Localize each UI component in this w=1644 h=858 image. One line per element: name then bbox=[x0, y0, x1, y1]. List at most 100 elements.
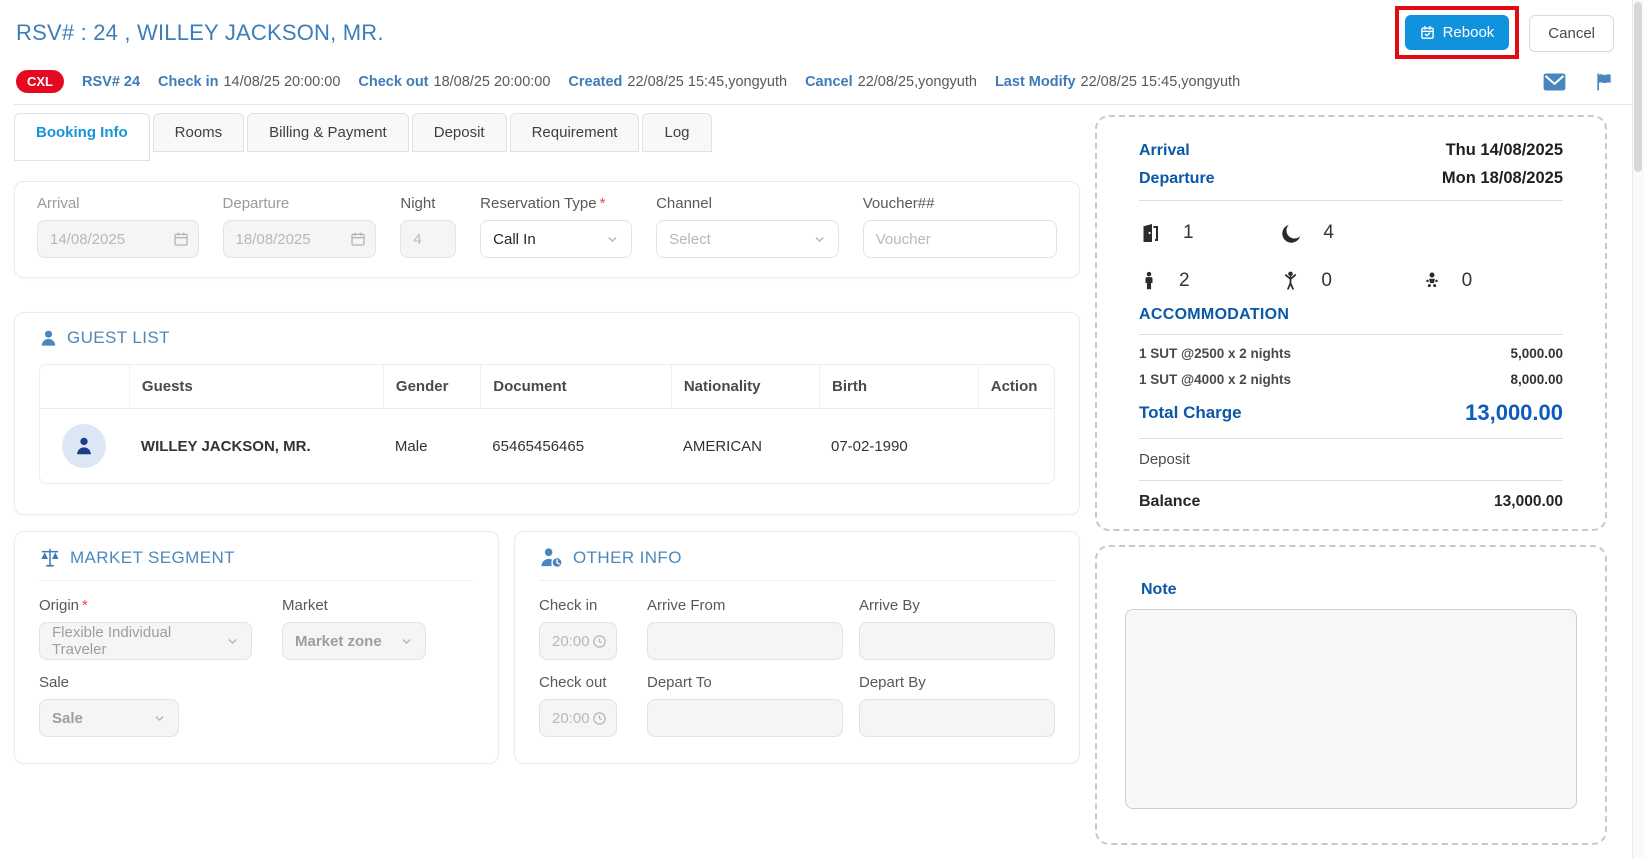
market-select: Market zone bbox=[282, 622, 426, 660]
col-action: Action bbox=[978, 365, 1054, 409]
person-clock-icon bbox=[539, 547, 564, 568]
market-segment-panel: MARKET SEGMENT Origin* Flexible Individu… bbox=[14, 531, 499, 764]
cancel-button[interactable]: Cancel bbox=[1529, 15, 1614, 52]
tab-log[interactable]: Log bbox=[642, 113, 711, 152]
chevron-down-icon bbox=[606, 233, 619, 246]
market-segment-header: MARKET SEGMENT bbox=[39, 547, 474, 581]
voucher-input[interactable] bbox=[863, 220, 1057, 258]
guest-table: Guests Gender Document Nationality Birth… bbox=[39, 364, 1055, 484]
channel-field: Channel Select bbox=[656, 195, 839, 258]
divider bbox=[1139, 200, 1563, 201]
tab-deposit[interactable]: Deposit bbox=[412, 113, 507, 152]
guest-table-row: WILLEY JACKSON, MR. Male 65465456465 AME… bbox=[40, 409, 1054, 483]
tab-requirement[interactable]: Requirement bbox=[510, 113, 640, 152]
night-input bbox=[400, 220, 456, 258]
total-charge-value: 13,000.00 bbox=[1465, 400, 1563, 426]
child-icon bbox=[1280, 269, 1301, 292]
guest-gender-cell: Male bbox=[383, 409, 480, 483]
reservation-type-label: Reservation Type* bbox=[480, 195, 632, 212]
arrive-from-input bbox=[647, 622, 843, 660]
sale-label: Sale bbox=[39, 674, 179, 691]
sale-field: Sale Sale bbox=[39, 674, 179, 737]
tab-booking-info[interactable]: Booking Info bbox=[14, 113, 150, 161]
vertical-scrollbar[interactable] bbox=[1632, 0, 1644, 858]
main-area: Booking Info Rooms Billing & Payment Dep… bbox=[14, 113, 1644, 845]
sale-value: Sale bbox=[52, 710, 83, 727]
total-charge-row: Total Charge 13,000.00 bbox=[1139, 400, 1563, 426]
checkout-time-input bbox=[539, 699, 617, 737]
charge-row: 1 SUT @4000 x 2 nights 8,000.00 bbox=[1139, 372, 1563, 387]
required-asterisk: * bbox=[82, 597, 88, 614]
market-segment-title: MARKET SEGMENT bbox=[70, 548, 235, 568]
header-actions: Rebook Cancel bbox=[1395, 6, 1614, 59]
checkin-time-input bbox=[539, 622, 617, 660]
status-bar: CXL RSV# 24 Check in 14/08/25 20:00:00 C… bbox=[14, 64, 1644, 105]
status-created: Created 22/08/25 15:45,yongyuth bbox=[568, 74, 787, 90]
reservation-type-field: Reservation Type* Call In bbox=[480, 195, 632, 258]
bottom-panels: MARKET SEGMENT Origin* Flexible Individu… bbox=[14, 531, 1080, 764]
status-checkout: Check out 18/08/25 20:00:00 bbox=[358, 74, 550, 90]
scrollbar-thumb[interactable] bbox=[1634, 2, 1642, 172]
total-charge-label: Total Charge bbox=[1139, 403, 1242, 423]
depart-to-input bbox=[647, 699, 843, 737]
departure-label: Departure bbox=[223, 195, 377, 212]
status-checkin-label: Check in bbox=[158, 74, 218, 90]
col-avatar bbox=[40, 365, 129, 409]
departure-date-input bbox=[223, 220, 377, 258]
children-count: 0 bbox=[1280, 269, 1421, 292]
channel-select[interactable]: Select bbox=[656, 220, 839, 258]
col-guests: Guests bbox=[129, 365, 383, 409]
page-header: RSV# : 24 , WILLEY JACKSON, MR. Rebook C… bbox=[14, 0, 1644, 64]
guest-document-cell: 65465456465 bbox=[480, 409, 671, 483]
checkin-time-label: Check in bbox=[539, 597, 631, 614]
guest-list-header: GUEST LIST bbox=[39, 328, 1055, 360]
scales-icon bbox=[39, 547, 61, 568]
envelope-icon[interactable] bbox=[1543, 73, 1566, 91]
balance-label: Balance bbox=[1139, 493, 1200, 511]
summary-arrival-label: Arrival bbox=[1139, 142, 1190, 160]
channel-placeholder: Select bbox=[669, 231, 711, 248]
balance-value: 13,000.00 bbox=[1494, 493, 1563, 511]
note-panel: Note bbox=[1095, 545, 1607, 845]
divider bbox=[1139, 438, 1563, 439]
flag-icon[interactable] bbox=[1594, 72, 1614, 92]
status-bar-icons bbox=[1543, 72, 1614, 92]
other-info-title: OTHER INFO bbox=[573, 548, 682, 568]
status-checkout-value: 18/08/25 20:00:00 bbox=[434, 74, 551, 90]
status-last-modify: Last Modify 22/08/25 15:45,yongyuth bbox=[995, 74, 1240, 90]
voucher-label: Voucher## bbox=[863, 195, 1057, 212]
rebook-button[interactable]: Rebook bbox=[1405, 15, 1510, 50]
origin-select: Flexible Individual Traveler bbox=[39, 622, 252, 660]
tab-bar: Booking Info Rooms Billing & Payment Dep… bbox=[14, 113, 1080, 161]
voucher-field: Voucher## bbox=[863, 195, 1057, 258]
status-cancel-label: Cancel bbox=[805, 74, 853, 90]
adults-count: 2 bbox=[1139, 269, 1280, 292]
arrival-label: Arrival bbox=[37, 195, 199, 212]
accommodation-title: ACCOMMODATION bbox=[1139, 306, 1563, 335]
market-value: Market zone bbox=[295, 633, 382, 650]
reservation-type-value: Call In bbox=[493, 231, 536, 248]
arrive-from-label: Arrive From bbox=[647, 597, 843, 614]
rooms-count: 1 bbox=[1139, 221, 1280, 245]
rebook-button-label: Rebook bbox=[1443, 24, 1495, 41]
guest-list-title: GUEST LIST bbox=[67, 328, 170, 348]
night-label: Night bbox=[400, 195, 456, 212]
person-icon bbox=[39, 329, 58, 348]
chevron-down-icon bbox=[813, 233, 826, 246]
status-checkin: Check in 14/08/25 20:00:00 bbox=[158, 74, 340, 90]
stay-summary-panel: Arrival Thu 14/08/2025 Departure Mon 18/… bbox=[1095, 115, 1607, 531]
guest-action-cell bbox=[978, 409, 1054, 483]
tab-rooms[interactable]: Rooms bbox=[153, 113, 245, 152]
status-created-label: Created bbox=[568, 74, 622, 90]
summary-sidebar: Arrival Thu 14/08/2025 Departure Mon 18/… bbox=[1095, 115, 1607, 845]
annotation-highlight-box: Rebook bbox=[1395, 6, 1520, 59]
arrive-by-label: Arrive By bbox=[859, 597, 1055, 614]
tab-billing-payment[interactable]: Billing & Payment bbox=[247, 113, 409, 152]
charge-amount: 5,000.00 bbox=[1510, 346, 1563, 361]
occupancy-counts: 1 4 2 bbox=[1139, 213, 1563, 298]
summary-departure-label: Departure bbox=[1139, 170, 1215, 188]
reservation-type-select[interactable]: Call In bbox=[480, 220, 632, 258]
depart-to-label: Depart To bbox=[647, 674, 843, 691]
empty-count-slot bbox=[1422, 221, 1563, 245]
depart-by-label: Depart By bbox=[859, 674, 1055, 691]
